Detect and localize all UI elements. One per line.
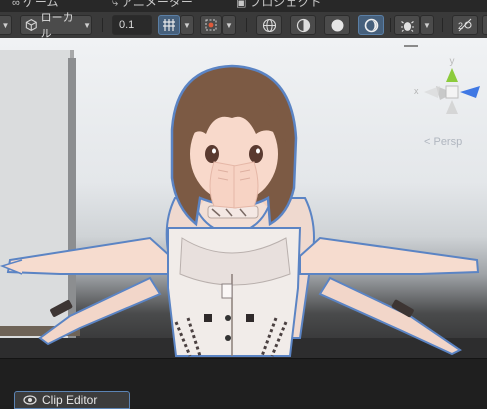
scene-toolbar: ▼ ローカル ▼ 0.1 ▼ ▼ ▼ 2 — [0, 12, 487, 40]
gizmo-x-label: x — [414, 86, 419, 96]
shaded-wireframe-icon — [296, 18, 310, 32]
local-cube-icon — [25, 18, 37, 32]
tab-project[interactable]: ▣ プロジェクト — [236, 0, 321, 10]
overflow-button[interactable] — [482, 15, 487, 35]
gizmo-z-axis-cone[interactable] — [460, 86, 480, 98]
solid-sphere-icon — [331, 19, 343, 31]
toolbar-divider — [246, 18, 247, 32]
tab-clip-editor[interactable]: Clip Editor — [14, 391, 130, 409]
snap-magnet-icon — [205, 19, 217, 31]
toolbar-divider — [102, 18, 103, 32]
gizmos-button[interactable] — [394, 15, 420, 35]
gizmo-menu-handle[interactable] — [404, 45, 418, 47]
chevron-down-icon: ▼ — [83, 20, 91, 30]
chevron-down-icon: ▼ — [423, 20, 431, 30]
tab-project-label: プロジェクト — [249, 0, 322, 9]
selected-avatar — [167, 227, 302, 357]
visibility-off-icon: 2 — [458, 18, 472, 32]
tab-clip-editor-label: Clip Editor — [42, 393, 98, 407]
orientation-gizmo[interactable]: y x < Persp — [404, 45, 480, 148]
grid-snap-icon — [163, 19, 175, 31]
tab-animator-label: アニメーター — [121, 0, 193, 9]
gizmo-neg-y-cone[interactable] — [446, 100, 458, 114]
toolbar-divider — [442, 18, 443, 32]
snap-increment-field[interactable]: 0.1 — [112, 15, 152, 35]
scene-canvas: y x < Persp — [0, 45, 487, 358]
game-icon: ∞ — [12, 0, 20, 9]
chevron-down-icon: ▼ — [183, 20, 191, 30]
chevron-down-icon: ▼ — [225, 20, 233, 30]
tool-dropdown-button[interactable]: ▼ — [0, 15, 12, 35]
clip-editor-icon — [23, 395, 37, 405]
grid-snap-toggle[interactable] — [158, 15, 180, 35]
wall-panel — [0, 50, 70, 340]
toolbar-divider — [390, 18, 391, 32]
toggle-2d-button[interactable]: 2 — [452, 15, 478, 35]
bottom-panel: Clip Editor — [0, 358, 487, 409]
wireframe-sphere-icon — [262, 18, 276, 32]
gizmos-bug-icon — [400, 20, 414, 32]
tab-game-label: ゲーム — [22, 0, 59, 9]
shaded-wireframe-button[interactable] — [290, 15, 316, 35]
projection-toggle[interactable]: < Persp — [424, 136, 462, 148]
project-icon: ▣ — [236, 0, 247, 9]
pivot-rotation-dropdown[interactable]: ローカル ▼ — [20, 12, 92, 40]
gizmo-y-label: y — [450, 56, 455, 67]
chevron-down-icon: ▼ — [1, 20, 10, 30]
grid-snap-dropdown[interactable]: ▼ — [180, 15, 194, 35]
snap-value: 0.1 — [119, 19, 135, 31]
shaded-button[interactable] — [324, 15, 350, 35]
pivot-label: ローカル — [40, 12, 74, 40]
increment-snap-dropdown[interactable]: ▼ — [222, 15, 236, 35]
lit-sphere-icon — [364, 18, 378, 32]
gizmo-center-cube[interactable] — [445, 85, 459, 99]
avatar-head — [170, 64, 298, 227]
increment-snap-toggle[interactable] — [200, 15, 222, 35]
gizmo-x-axis-cone[interactable] — [424, 86, 440, 98]
tab-animator[interactable]: ⤷ アニメーター — [112, 0, 193, 10]
gizmo-y-axis-cone[interactable] — [446, 68, 458, 82]
scene-viewport[interactable]: y x < Persp — [0, 38, 487, 358]
lit-shading-button[interactable] — [358, 15, 384, 35]
animator-icon: ⤷ — [112, 0, 119, 9]
gizmos-dropdown[interactable]: ▼ — [420, 15, 434, 35]
wireframe-shading-button[interactable] — [256, 15, 282, 35]
